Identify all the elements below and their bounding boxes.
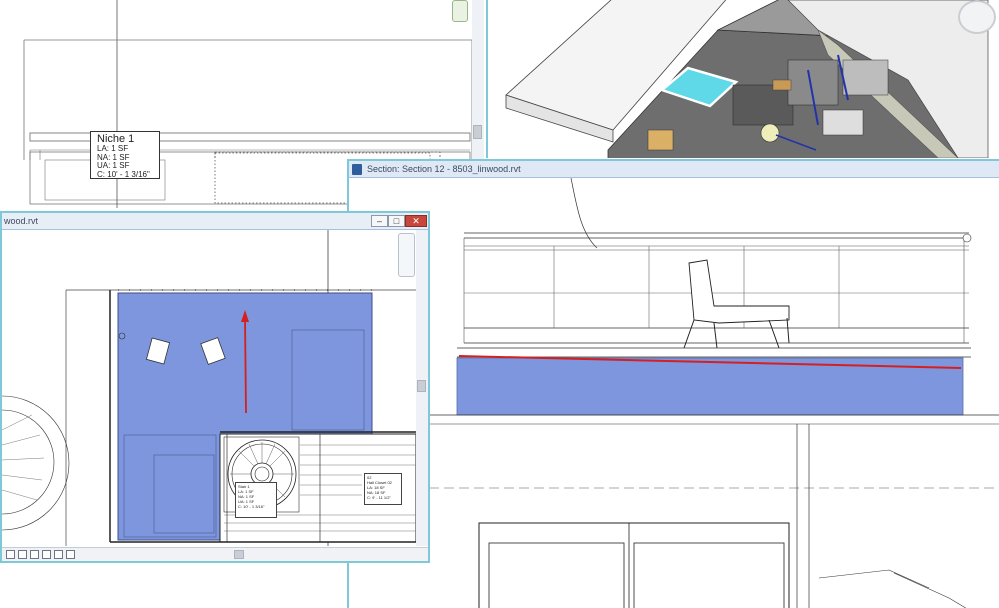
section-titlebar[interactable]: Section: Section 12 - 8503_linwood.rvt bbox=[349, 161, 999, 178]
floor-plan-scrollbar[interactable] bbox=[416, 230, 428, 546]
section-drawing bbox=[349, 178, 999, 608]
stair-room-tag[interactable]: Stair 1 LA: 1 SF NA: 1 SF UA: 1 SF C: 10… bbox=[235, 482, 277, 518]
plan-top-scrollbar[interactable] bbox=[472, 0, 484, 160]
horizontal-scroll-thumb[interactable] bbox=[234, 550, 244, 559]
close-button[interactable]: ✕ bbox=[405, 215, 427, 227]
section-view-window[interactable]: Section: Section 12 - 8503_linwood.rvt bbox=[347, 159, 999, 608]
floor-plan-titlebar[interactable]: wood.rvt bbox=[2, 213, 428, 230]
closet-tag-c: C: 9' - 11 1/2" bbox=[367, 495, 391, 500]
bottom-gap bbox=[0, 563, 347, 608]
revit-file-icon bbox=[352, 164, 362, 175]
shadows-icon[interactable] bbox=[54, 550, 63, 559]
plan-top-drawing bbox=[23, 0, 473, 160]
floor-plan-scroll-thumb[interactable] bbox=[417, 380, 426, 392]
floor-plan-window[interactable]: wood.rvt – □ ✕ Stair 1 LA: 1 SF NA: 1 SF… bbox=[0, 211, 430, 563]
steering-wheel-icon[interactable] bbox=[398, 233, 415, 277]
nav-bar-icon[interactable] bbox=[452, 0, 468, 22]
crop-region-icon[interactable] bbox=[66, 550, 75, 559]
visual-style-icon[interactable] bbox=[30, 550, 39, 559]
niche-room-tag[interactable]: Niche 1 LA: 1 SF NA: 1 SF UA: 1 SF C: 10… bbox=[90, 131, 160, 179]
model-3d-drawing bbox=[505, 0, 989, 158]
plan-top-scroll-thumb[interactable] bbox=[473, 125, 482, 139]
view-control-bar bbox=[2, 547, 428, 561]
maximize-button[interactable]: □ bbox=[388, 215, 405, 227]
view-3d[interactable] bbox=[486, 0, 999, 158]
floor-plan-title: wood.rvt bbox=[4, 216, 39, 226]
stair-tag-c: C: 10' - 1 3/16" bbox=[238, 504, 265, 509]
plan-view-top[interactable] bbox=[0, 0, 484, 160]
detail-level-icon[interactable] bbox=[18, 550, 27, 559]
minimize-button[interactable]: – bbox=[371, 215, 388, 227]
floor-plan-drawing bbox=[2, 230, 416, 546]
hall-closet-room-tag[interactable]: 02 Hall Closet 02 LA: 18 SF NA: 18 SF C:… bbox=[364, 473, 402, 505]
section-title: Section: Section 12 - 8503_linwood.rvt bbox=[367, 164, 521, 174]
viewcube-icon[interactable] bbox=[958, 0, 996, 34]
floor-plan-canvas[interactable]: Stair 1 LA: 1 SF NA: 1 SF UA: 1 SF C: 10… bbox=[2, 230, 416, 546]
niche-tag-c: C: 10' - 1 3/16" bbox=[97, 169, 150, 179]
scale-icon[interactable] bbox=[6, 550, 15, 559]
sun-path-icon[interactable] bbox=[42, 550, 51, 559]
